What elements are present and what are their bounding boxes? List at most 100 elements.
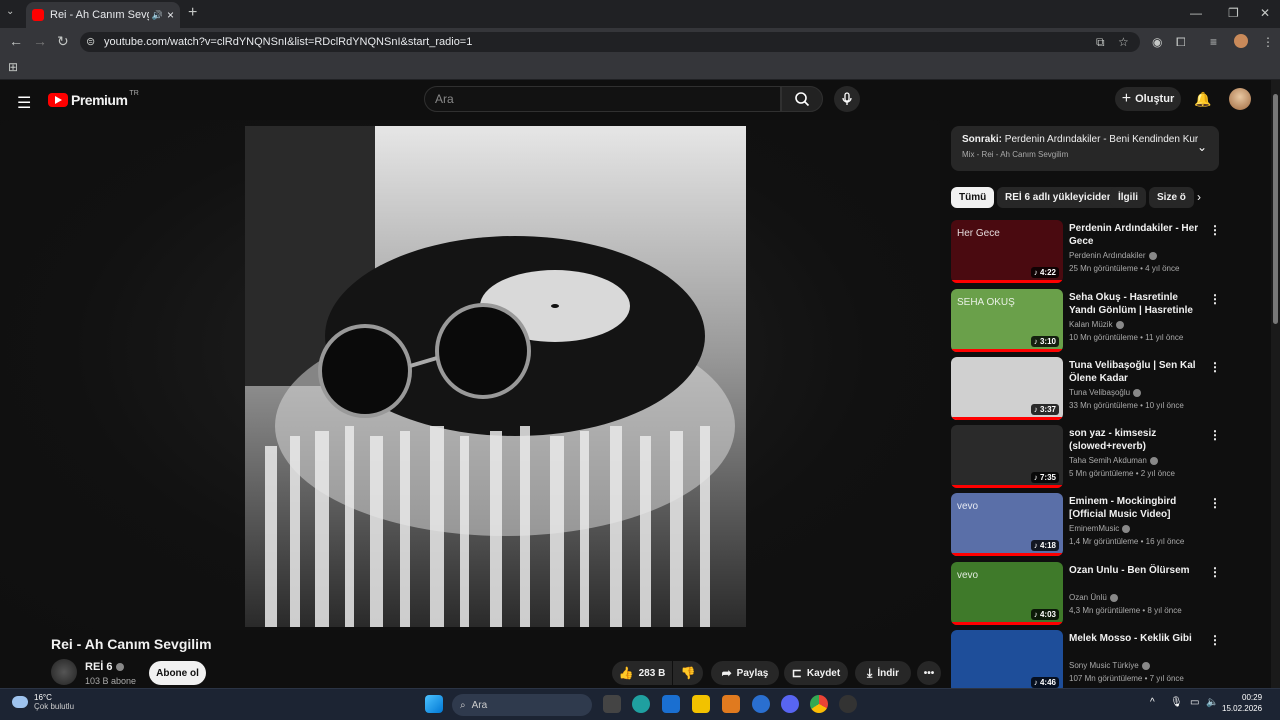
video-thumbnail[interactable]: vevo ♪ 4:03 [951, 562, 1063, 625]
windows-start-icon[interactable] [425, 695, 443, 713]
file-explorer-icon[interactable] [692, 695, 710, 713]
tray-chevron-icon[interactable]: ^ [1150, 697, 1155, 708]
channel-avatar[interactable] [51, 659, 77, 685]
recommendation-channel[interactable]: Perdenin Ardındakiler [1069, 251, 1157, 260]
chevron-right-icon[interactable]: › [1197, 190, 1201, 204]
video-thumbnail[interactable]: ♪ 3:37 [951, 357, 1063, 420]
up-next-panel[interactable]: Sonraki: Perdenin Ardındakiler - Beni Ke… [951, 126, 1219, 171]
edge-icon[interactable] [632, 695, 650, 713]
microphone-tray-icon[interactable]: 🎙 [1170, 697, 1183, 708]
forward-icon[interactable]: → [33, 34, 47, 48]
recommendation-title[interactable]: Perdenin Ardındakiler - Her Gece [1069, 222, 1203, 248]
chip-related[interactable]: İlgili [1110, 187, 1146, 208]
more-vertical-icon[interactable]: ⋮ [1209, 360, 1221, 374]
more-vertical-icon[interactable]: ⋮ [1209, 223, 1221, 237]
recommendation-title[interactable]: son yaz - kimsesiz (slowed+reverb) [1069, 427, 1203, 453]
search-button[interactable] [781, 86, 823, 112]
apps-grid-icon[interactable]: ⊞ [8, 60, 18, 74]
youtube-premium-logo[interactable]: Premium TR [48, 90, 139, 108]
recommendation-item[interactable]: ♪ 7:35 son yaz - kimsesiz (slowed+reverb)… [951, 425, 1221, 489]
restore-icon[interactable]: ❐ [1228, 6, 1239, 20]
monitor-icon[interactable]: ▭ [1190, 697, 1199, 708]
more-vertical-icon[interactable]: ⋮ [1209, 565, 1221, 579]
chevron-down-icon[interactable]: ⌄ [1197, 140, 1207, 154]
url-bar[interactable]: ⊜ youtube.com/watch?v=clRdYNQNSnI&list=R… [80, 32, 1140, 52]
video-thumbnail[interactable]: SEHA OKUŞ ♪ 3:10 [951, 289, 1063, 352]
extensions-puzzle-icon[interactable]: ⧠ [1176, 35, 1186, 50]
recommendation-channel[interactable]: Taha Semih Akduman [1069, 456, 1158, 465]
account-avatar[interactable] [1229, 88, 1251, 110]
more-vertical-icon[interactable]: ⋮ [1209, 496, 1221, 510]
recommendation-title[interactable]: Melek Mosso - Keklik Gibi [1069, 632, 1203, 645]
hamburger-menu-icon[interactable]: ☰ [17, 93, 31, 113]
site-info-icon[interactable]: ⊜ [86, 35, 95, 48]
dislike-button[interactable]: 👎 [673, 661, 703, 685]
video-frame[interactable] [245, 126, 746, 627]
store-icon[interactable] [662, 695, 680, 713]
taskbar-search[interactable]: ⌕ Ara [452, 694, 592, 716]
speaker-tray-icon[interactable]: 🔈 [1206, 697, 1218, 708]
new-tab-icon[interactable]: + [188, 5, 197, 21]
recommendation-item[interactable]: vevo ♪ 4:03 Ozan Unlu - Ben Ölürsem Ozan Ün… [951, 562, 1221, 626]
like-button[interactable]: 👍 283 B [612, 661, 672, 685]
page-scrollbar[interactable] [1271, 80, 1280, 688]
more-vertical-icon[interactable]: ⋮ [1209, 633, 1221, 647]
recommendation-channel[interactable]: Ozan Ünlü [1069, 593, 1118, 602]
recommendation-item[interactable]: ♪ 4:46 Melek Mosso - Keklik Gibi Sony Musi… [951, 630, 1221, 694]
recommendation-title[interactable]: Seha Okuş - Hasretinle Yandı Gönlüm | Ha… [1069, 291, 1203, 317]
profile-avatar-icon[interactable] [1234, 34, 1248, 48]
bookmark-star-icon[interactable]: ☆ [1118, 35, 1129, 49]
recommendation-channel[interactable]: Sony Music Türkiye [1069, 661, 1150, 670]
save-button[interactable]: ⊏ Kaydet [784, 661, 848, 685]
create-button[interactable]: + Oluştur [1115, 87, 1181, 111]
subscribe-button[interactable]: Abone ol [149, 661, 206, 685]
close-tab-icon[interactable]: × [167, 8, 174, 22]
recommendation-channel[interactable]: EminemMusic [1069, 524, 1131, 533]
discord-icon[interactable] [781, 695, 799, 713]
browser-menu-icon[interactable]: ⋮ [1262, 35, 1274, 49]
recommendation-item[interactable]: SEHA OKUŞ ♪ 3:10 Seha Okuş - Hasretinle Ya… [951, 289, 1221, 353]
browser-tab-active[interactable]: Rei - Ah Canım Sevgilim - YouTube 🔊 × [26, 2, 180, 28]
install-app-icon[interactable]: ⧉ [1096, 35, 1105, 50]
search-input[interactable] [435, 92, 765, 106]
recommendation-channel[interactable]: Kalan Müzik [1069, 320, 1124, 329]
app-icon-2[interactable] [839, 695, 857, 713]
recommendation-channel[interactable]: Tuna Velibaşoğlu [1069, 388, 1142, 397]
recommendation-title[interactable]: Eminem - Mockingbird [Official Music Vid… [1069, 495, 1203, 521]
weather-widget[interactable]: 16°C Çok bulutlu [12, 693, 74, 711]
close-window-icon[interactable]: ✕ [1260, 6, 1270, 20]
media-control-icon[interactable]: ≡ [1210, 35, 1217, 49]
channel-name-container[interactable]: REİ 6 [85, 661, 124, 673]
chip-from-uploader[interactable]: REİ 6 adlı yükleyiciden [997, 187, 1121, 208]
recommendation-item[interactable]: ♪ 3:37 Tuna Velibaşoğlu | Sen Kal Ölene K… [951, 357, 1221, 421]
recommendation-title[interactable]: Ozan Unlu - Ben Ölürsem [1069, 564, 1203, 577]
recommendation-item[interactable]: Her Gece ♪ 4:22 Perdenin Ardındakiler - He… [951, 220, 1221, 284]
chrome-icon[interactable] [810, 695, 828, 713]
system-clock[interactable]: 00:29 15.02.2026 [1222, 692, 1262, 714]
video-thumbnail[interactable]: ♪ 4:46 [951, 630, 1063, 693]
reload-icon[interactable]: ↻ [57, 34, 69, 48]
app-icon[interactable] [722, 695, 740, 713]
video-thumbnail[interactable]: vevo ♪ 4:18 [951, 493, 1063, 556]
task-view-icon[interactable] [603, 695, 621, 713]
video-thumbnail[interactable]: ♪ 7:35 [951, 425, 1063, 488]
chip-all[interactable]: Tümü [951, 187, 995, 208]
recommendation-title[interactable]: Tuna Velibaşoğlu | Sen Kal Ölene Kadar [1069, 359, 1203, 385]
video-thumbnail[interactable]: Her Gece ♪ 4:22 [951, 220, 1063, 283]
chip-for-you[interactable]: Size ö [1149, 187, 1194, 208]
tab-list-chevron-icon[interactable]: ⌄ [6, 6, 14, 17]
notifications-bell-icon[interactable]: 🔔 [1194, 91, 1211, 108]
more-actions-button[interactable]: ••• [917, 661, 941, 685]
minimize-icon[interactable]: — [1190, 6, 1202, 20]
back-icon[interactable]: ← [9, 34, 23, 48]
download-button[interactable]: ⤓ İndir [855, 661, 911, 685]
speaker-icon[interactable]: 🔊 [152, 10, 163, 21]
more-vertical-icon[interactable]: ⋮ [1209, 428, 1221, 442]
scrollbar-thumb[interactable] [1273, 94, 1278, 324]
recommendation-item[interactable]: vevo ♪ 4:18 Eminem - Mockingbird [Official… [951, 493, 1221, 557]
extension-icon[interactable]: ◉ [1152, 35, 1162, 49]
settings-icon[interactable] [752, 695, 770, 713]
more-vertical-icon[interactable]: ⋮ [1209, 292, 1221, 306]
channel-name[interactable]: REİ 6 [85, 661, 113, 673]
share-button[interactable]: ➦ Paylaş [711, 661, 779, 685]
